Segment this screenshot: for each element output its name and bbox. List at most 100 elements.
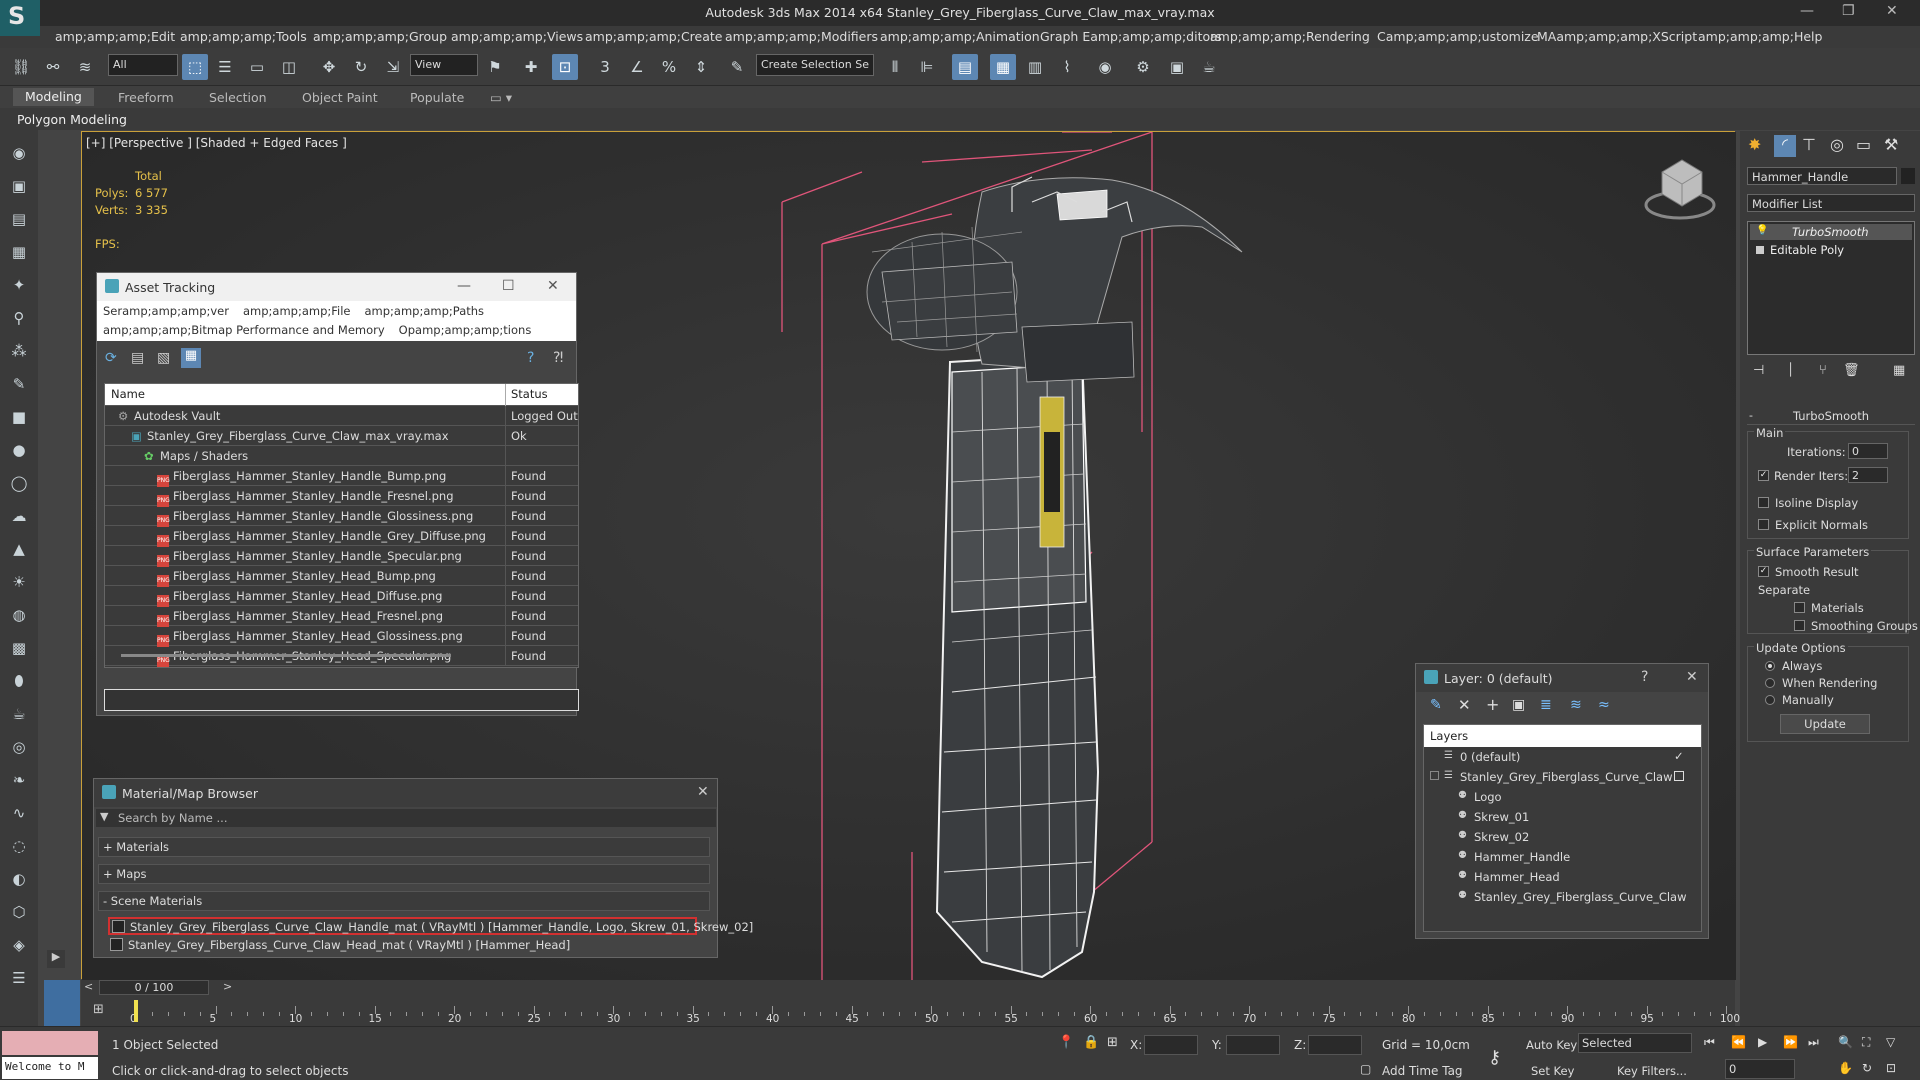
current-frame-marker[interactable] bbox=[134, 1000, 138, 1022]
isoline-display-checkbox[interactable] bbox=[1758, 497, 1769, 508]
set-key-button[interactable]: Set Key bbox=[1531, 1064, 1574, 1078]
add-time-tag[interactable]: Add Time Tag bbox=[1382, 1064, 1463, 1078]
render-production-icon[interactable]: ☕ bbox=[1196, 54, 1222, 80]
expand-icon[interactable] bbox=[1430, 771, 1439, 780]
utilities-tab-icon[interactable]: ⚒ bbox=[1884, 135, 1898, 154]
material-editor-icon[interactable]: ◉ bbox=[1092, 54, 1118, 80]
asset-row[interactable]: PNG Fiberglass_Hammer_Stanley_Head_Fresne… bbox=[105, 606, 578, 627]
search-options-icon[interactable]: ▼ bbox=[100, 810, 108, 823]
motion-tab-icon[interactable]: ◎ bbox=[1830, 135, 1844, 154]
cylinder-icon[interactable]: ⬮ bbox=[6, 668, 32, 694]
menu-item[interactable]: amp;amp;amp;Modifiers bbox=[725, 29, 878, 44]
polygon-modeling-label[interactable]: Polygon Modeling bbox=[17, 112, 127, 127]
auto-key-button[interactable]: Auto Key bbox=[1526, 1038, 1577, 1052]
move-icon[interactable]: ✥ bbox=[316, 54, 342, 80]
table-view-icon[interactable]: ▦ bbox=[181, 348, 201, 368]
angle-snap-icon[interactable]: ∠ bbox=[624, 54, 650, 80]
horizontal-scrollbar[interactable] bbox=[121, 654, 451, 657]
minimize-icon[interactable]: — bbox=[457, 278, 471, 294]
keyboard-shortcut-override-icon[interactable]: ⊡ bbox=[552, 54, 578, 80]
maps-group[interactable]: + Maps bbox=[98, 864, 710, 884]
menu-item[interactable]: amp;amp;amp;Views bbox=[451, 29, 583, 44]
close-icon[interactable]: ✕ bbox=[1686, 669, 1698, 685]
hide-all-layers-icon[interactable]: ≋ bbox=[1570, 697, 1582, 713]
close-icon[interactable]: ✕ bbox=[1886, 3, 1898, 19]
modifier-list-dropdown[interactable]: Modifier List bbox=[1747, 194, 1915, 212]
key-icon[interactable]: ⚷ bbox=[1488, 1047, 1501, 1068]
restore-icon[interactable]: ❐ bbox=[1842, 3, 1855, 19]
search-input[interactable]: Search by Name ... bbox=[118, 811, 227, 825]
sun-icon[interactable]: ☀ bbox=[6, 569, 32, 595]
pivot-center-icon[interactable]: ⚑ bbox=[482, 54, 508, 80]
create-layer-icon[interactable]: ✎ bbox=[1430, 697, 1442, 713]
asset-row[interactable]: ▣ Stanley_Grey_Fiberglass_Curve_Claw_max_… bbox=[105, 426, 578, 446]
menu-item[interactable]: amp;amp;amp;Rendering bbox=[1210, 29, 1370, 44]
viewport-label[interactable]: [+] [Perspective ] [Shaded + Edged Faces… bbox=[86, 136, 347, 150]
sphere2-icon[interactable]: ◐ bbox=[6, 866, 32, 892]
freeze-all-layers-icon[interactable]: ≈ bbox=[1598, 697, 1610, 713]
isolate-icon[interactable]: 📍 bbox=[1058, 1035, 1074, 1050]
viewport-camera-icon[interactable]: ◉ bbox=[6, 140, 32, 166]
explicit-normals-checkbox[interactable] bbox=[1758, 519, 1769, 530]
menu-item[interactable]: amp;amp;amp;Tools bbox=[180, 29, 307, 44]
layer-row[interactable]: ⚉ Logo bbox=[1424, 787, 1699, 807]
hierarchy-tab-icon[interactable]: ⊤ bbox=[1802, 135, 1816, 154]
smoothing-groups-checkbox[interactable] bbox=[1794, 620, 1805, 631]
bind-spacewarp-icon[interactable]: ≋ bbox=[72, 54, 98, 80]
layer-row[interactable]: ☰ Stanley_Grey_Fiberglass_Curve_Claw bbox=[1424, 767, 1699, 787]
vray-icon[interactable]: ◈ bbox=[6, 932, 32, 958]
object-name-field[interactable]: Hammer_Handle bbox=[1747, 167, 1897, 185]
iterations-spinner[interactable]: 0 bbox=[1848, 443, 1888, 459]
time-slider-thumb[interactable]: 0 / 100 bbox=[99, 980, 209, 995]
object-paint-icon[interactable]: ✎ bbox=[6, 371, 32, 397]
mesh-icon[interactable]: ⬡ bbox=[6, 899, 32, 925]
configure-sets-icon[interactable]: ▦ bbox=[1893, 363, 1905, 378]
tree-view-icon[interactable]: ▧ bbox=[157, 350, 170, 366]
asset-menu-item[interactable]: Seramp;amp;amp;ver bbox=[103, 304, 229, 318]
align-icon[interactable]: ⊫ bbox=[914, 54, 940, 80]
materials-checkbox[interactable] bbox=[1794, 602, 1805, 613]
material-item-handle[interactable]: Stanley_Grey_Fiberglass_Curve_Claw_Handl… bbox=[108, 917, 753, 935]
window-crossing-icon[interactable]: ◫ bbox=[276, 54, 302, 80]
asset-row[interactable]: PNG Fiberglass_Hammer_Stanley_Head_Diffus… bbox=[105, 586, 578, 607]
graphite-toolset-icon[interactable]: ▥ bbox=[1022, 54, 1048, 80]
maximize-icon[interactable]: ☐ bbox=[502, 278, 515, 294]
maxscript-listener-field[interactable]: Welcome to M bbox=[2, 1057, 98, 1079]
render-iters-spinner[interactable]: 2 bbox=[1848, 467, 1888, 483]
update-button[interactable]: Update bbox=[1780, 714, 1870, 734]
expand-icon[interactable] bbox=[1756, 246, 1764, 254]
asset-row[interactable]: PNG Fiberglass_Hammer_Stanley_Head_Bump.p… bbox=[105, 566, 578, 587]
highlight-layer-icon[interactable]: ≣ bbox=[1540, 697, 1552, 713]
go-to-end-icon[interactable]: ⏭ bbox=[1808, 1035, 1819, 1050]
help-icon[interactable]: ? bbox=[527, 350, 534, 366]
expand-toolbar-icon[interactable]: ▶ bbox=[47, 950, 65, 968]
asset-row[interactable]: PNG Fiberglass_Hammer_Stanley_Head_Glossi… bbox=[105, 626, 578, 647]
make-unique-icon[interactable]: ⑂ bbox=[1819, 363, 1827, 378]
asset-menu-item[interactable]: amp;amp;amp;Bitmap Performance and Memor… bbox=[103, 323, 385, 337]
minimize-icon[interactable]: — bbox=[1800, 3, 1814, 19]
z-coordinate-field[interactable] bbox=[1308, 1035, 1362, 1055]
modify-tab-icon[interactable]: ◜ bbox=[1774, 135, 1796, 157]
help-icon[interactable]: ? bbox=[1641, 669, 1648, 685]
percent-snap-icon[interactable]: % bbox=[656, 54, 682, 80]
mirror-icon[interactable]: ⫴ bbox=[882, 54, 908, 80]
menu-item[interactable]: amp;amp;amp;Edit bbox=[55, 29, 175, 44]
layer-row[interactable]: ⚉ Skrew_02 bbox=[1424, 827, 1699, 847]
key-filters-button[interactable]: Key Filters... bbox=[1617, 1064, 1687, 1078]
ribbon-tab[interactable]: Freeform bbox=[118, 90, 174, 105]
time-tag-icon[interactable]: ▢ bbox=[1360, 1062, 1371, 1076]
ribbon-tab[interactable]: Modeling bbox=[13, 88, 94, 106]
zoom-icon[interactable]: 🔍 bbox=[1838, 1035, 1853, 1049]
asset-row[interactable]: ⚙ Autodesk Vault Logged Out bbox=[105, 406, 578, 426]
current-frame-field[interactable]: 0 bbox=[1725, 1059, 1795, 1079]
ribbon-options-icon[interactable]: ▭ ▾ bbox=[490, 90, 512, 105]
menu-item[interactable]: amp;amp;amp;Group bbox=[313, 29, 447, 44]
show-end-result-icon[interactable]: ⏐ bbox=[1787, 363, 1794, 378]
orbit-icon[interactable]: ↻ bbox=[1862, 1061, 1872, 1075]
col-name-header[interactable]: Name bbox=[111, 387, 145, 401]
add-to-layer-icon[interactable]: + bbox=[1486, 695, 1499, 714]
current-layer-icon[interactable]: ✓ bbox=[1674, 749, 1684, 763]
select-object-icon[interactable]: ⬚ bbox=[182, 54, 208, 80]
smooth-result-checkbox[interactable]: ✓ bbox=[1758, 566, 1769, 577]
scene-explorer-icon[interactable]: ▤ bbox=[6, 206, 32, 232]
